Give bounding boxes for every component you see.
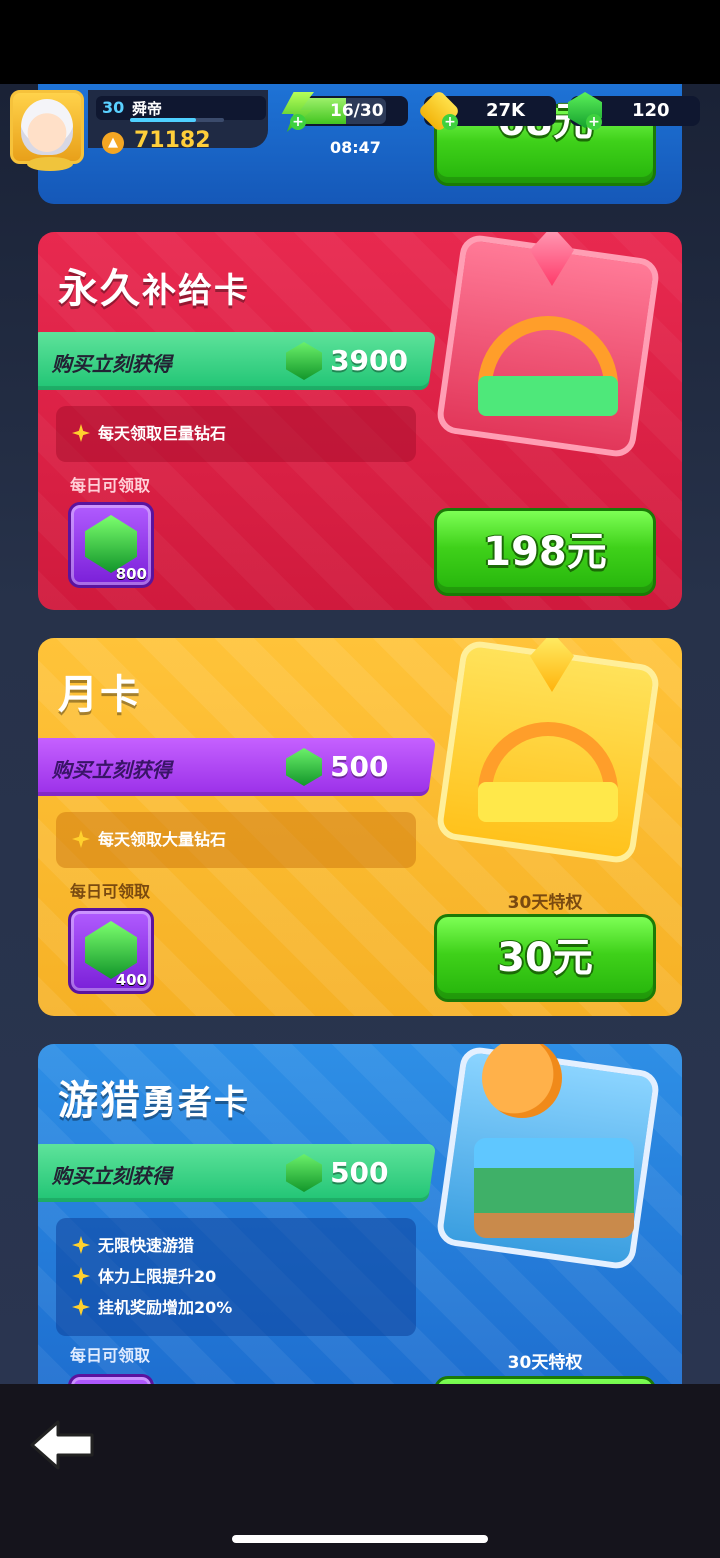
hunter-card: 游猎勇者卡 购买立刻获得 500 无限快速游猎 体力上限提升20 挂机奖励增加2… [38, 1044, 682, 1384]
back-arrow-icon [30, 1420, 94, 1470]
perk-item: 每天领取巨量钻石 [72, 418, 400, 449]
gem-icon [286, 342, 322, 380]
art-logo [478, 376, 618, 416]
card-title-sub: 补给卡 [142, 271, 250, 311]
perk-item: 挂机奖励增加20% [72, 1292, 400, 1323]
permanent-supply-card: 永久补给卡 购买立刻获得 3900 每天领取巨量钻石 每日可领取 800 198… [38, 232, 682, 610]
instant-amount: 500 [330, 750, 389, 783]
player-power: 71182 [134, 128, 211, 153]
star-icon [72, 1236, 90, 1254]
power-icon: ▲ [102, 132, 124, 154]
card-title: 月卡 [58, 672, 142, 718]
perk-item: 每天领取大量钻石 [72, 824, 400, 855]
card-title: 游猎勇者卡 [58, 1068, 250, 1126]
privilege-label: 30天特权 [507, 893, 583, 913]
energy-timer: 08:47 [330, 138, 381, 157]
instant-amount: 3900 [330, 344, 409, 377]
daily-label: 每日可领取 [70, 476, 151, 495]
star-icon [72, 1267, 90, 1285]
art-logo [478, 782, 618, 822]
instant-reward-banner: 购买立刻获得 500 [38, 1144, 437, 1202]
daily-reward-slot[interactable] [68, 1374, 154, 1384]
buy-price: 198元 [483, 529, 607, 575]
gem-icon [286, 1154, 322, 1192]
player-level: 30 [102, 98, 125, 117]
daily-reward-slot[interactable]: 800 [68, 502, 154, 588]
add-energy-button[interactable]: + [290, 114, 306, 130]
monthly-card: 月卡 购买立刻获得 500 每天领取大量钻石 每日可领取 400 30天特权 3… [38, 638, 682, 1016]
daily-qty: 800 [115, 565, 147, 583]
xp-bar [130, 118, 224, 122]
buy-price: 30元 [497, 935, 593, 981]
card-title-main: 永久 [58, 266, 142, 312]
coin-count: 27K [486, 100, 525, 121]
daily-label: 每日可领取 [70, 882, 151, 901]
xp-fill [130, 118, 196, 122]
monthly-card-art [435, 638, 668, 865]
permanent-card-art [435, 232, 668, 459]
art-landscape [474, 1138, 634, 1238]
perk-list: 无限快速游猎 体力上限提升20 挂机奖励增加20% [56, 1218, 416, 1336]
top-hud: 30 舜帝 ▲ 71182 + 16/30 08:47 + 27K + 120 [0, 84, 720, 171]
add-coins-button[interactable]: + [442, 114, 458, 130]
card-title-main: 游猎 [58, 1078, 142, 1124]
star-icon [72, 1298, 90, 1316]
player-name: 舜帝 [132, 100, 163, 118]
hunter-card-art [435, 1044, 668, 1271]
instant-label: 购买立刻获得 [51, 758, 172, 782]
instant-reward-banner: 购买立刻获得 500 [38, 738, 437, 796]
bottom-bar [0, 1384, 720, 1558]
perk-list: 每天领取巨量钻石 [56, 406, 416, 462]
daily-reward-slot[interactable]: 400 [68, 908, 154, 994]
instant-amount: 500 [330, 1156, 389, 1189]
home-indicator[interactable] [232, 1535, 488, 1543]
avatar-wing-icon [27, 157, 73, 171]
hunter-buy-button[interactable] [434, 1376, 656, 1384]
instant-label: 购买立刻获得 [51, 1164, 172, 1188]
instant-label: 购买立刻获得 [51, 352, 172, 376]
permanent-buy-button[interactable]: 198元 [434, 508, 656, 596]
privilege-label: 30天特权 [507, 1353, 583, 1373]
back-button[interactable] [28, 1418, 96, 1472]
energy-count: 16/30 [330, 101, 384, 121]
daily-label: 每日可领取 [70, 1346, 151, 1365]
card-title-sub: 勇者卡 [142, 1083, 250, 1123]
player-avatar[interactable] [10, 90, 84, 171]
gem-count: 120 [632, 100, 670, 121]
daily-qty: 400 [115, 971, 147, 989]
perk-item: 体力上限提升20 [72, 1261, 400, 1292]
gem-icon [286, 748, 322, 786]
star-icon [72, 830, 90, 848]
monthly-buy-button[interactable]: 30元 [434, 914, 656, 1002]
add-gems-button[interactable]: + [586, 114, 602, 130]
perk-item: 无限快速游猎 [72, 1230, 400, 1261]
star-icon [72, 424, 90, 442]
instant-reward-banner: 购买立刻获得 3900 [38, 332, 437, 390]
avatar-face-icon [21, 99, 73, 155]
perk-list: 每天领取大量钻石 [56, 812, 416, 868]
card-title: 永久补给卡 [58, 256, 250, 314]
